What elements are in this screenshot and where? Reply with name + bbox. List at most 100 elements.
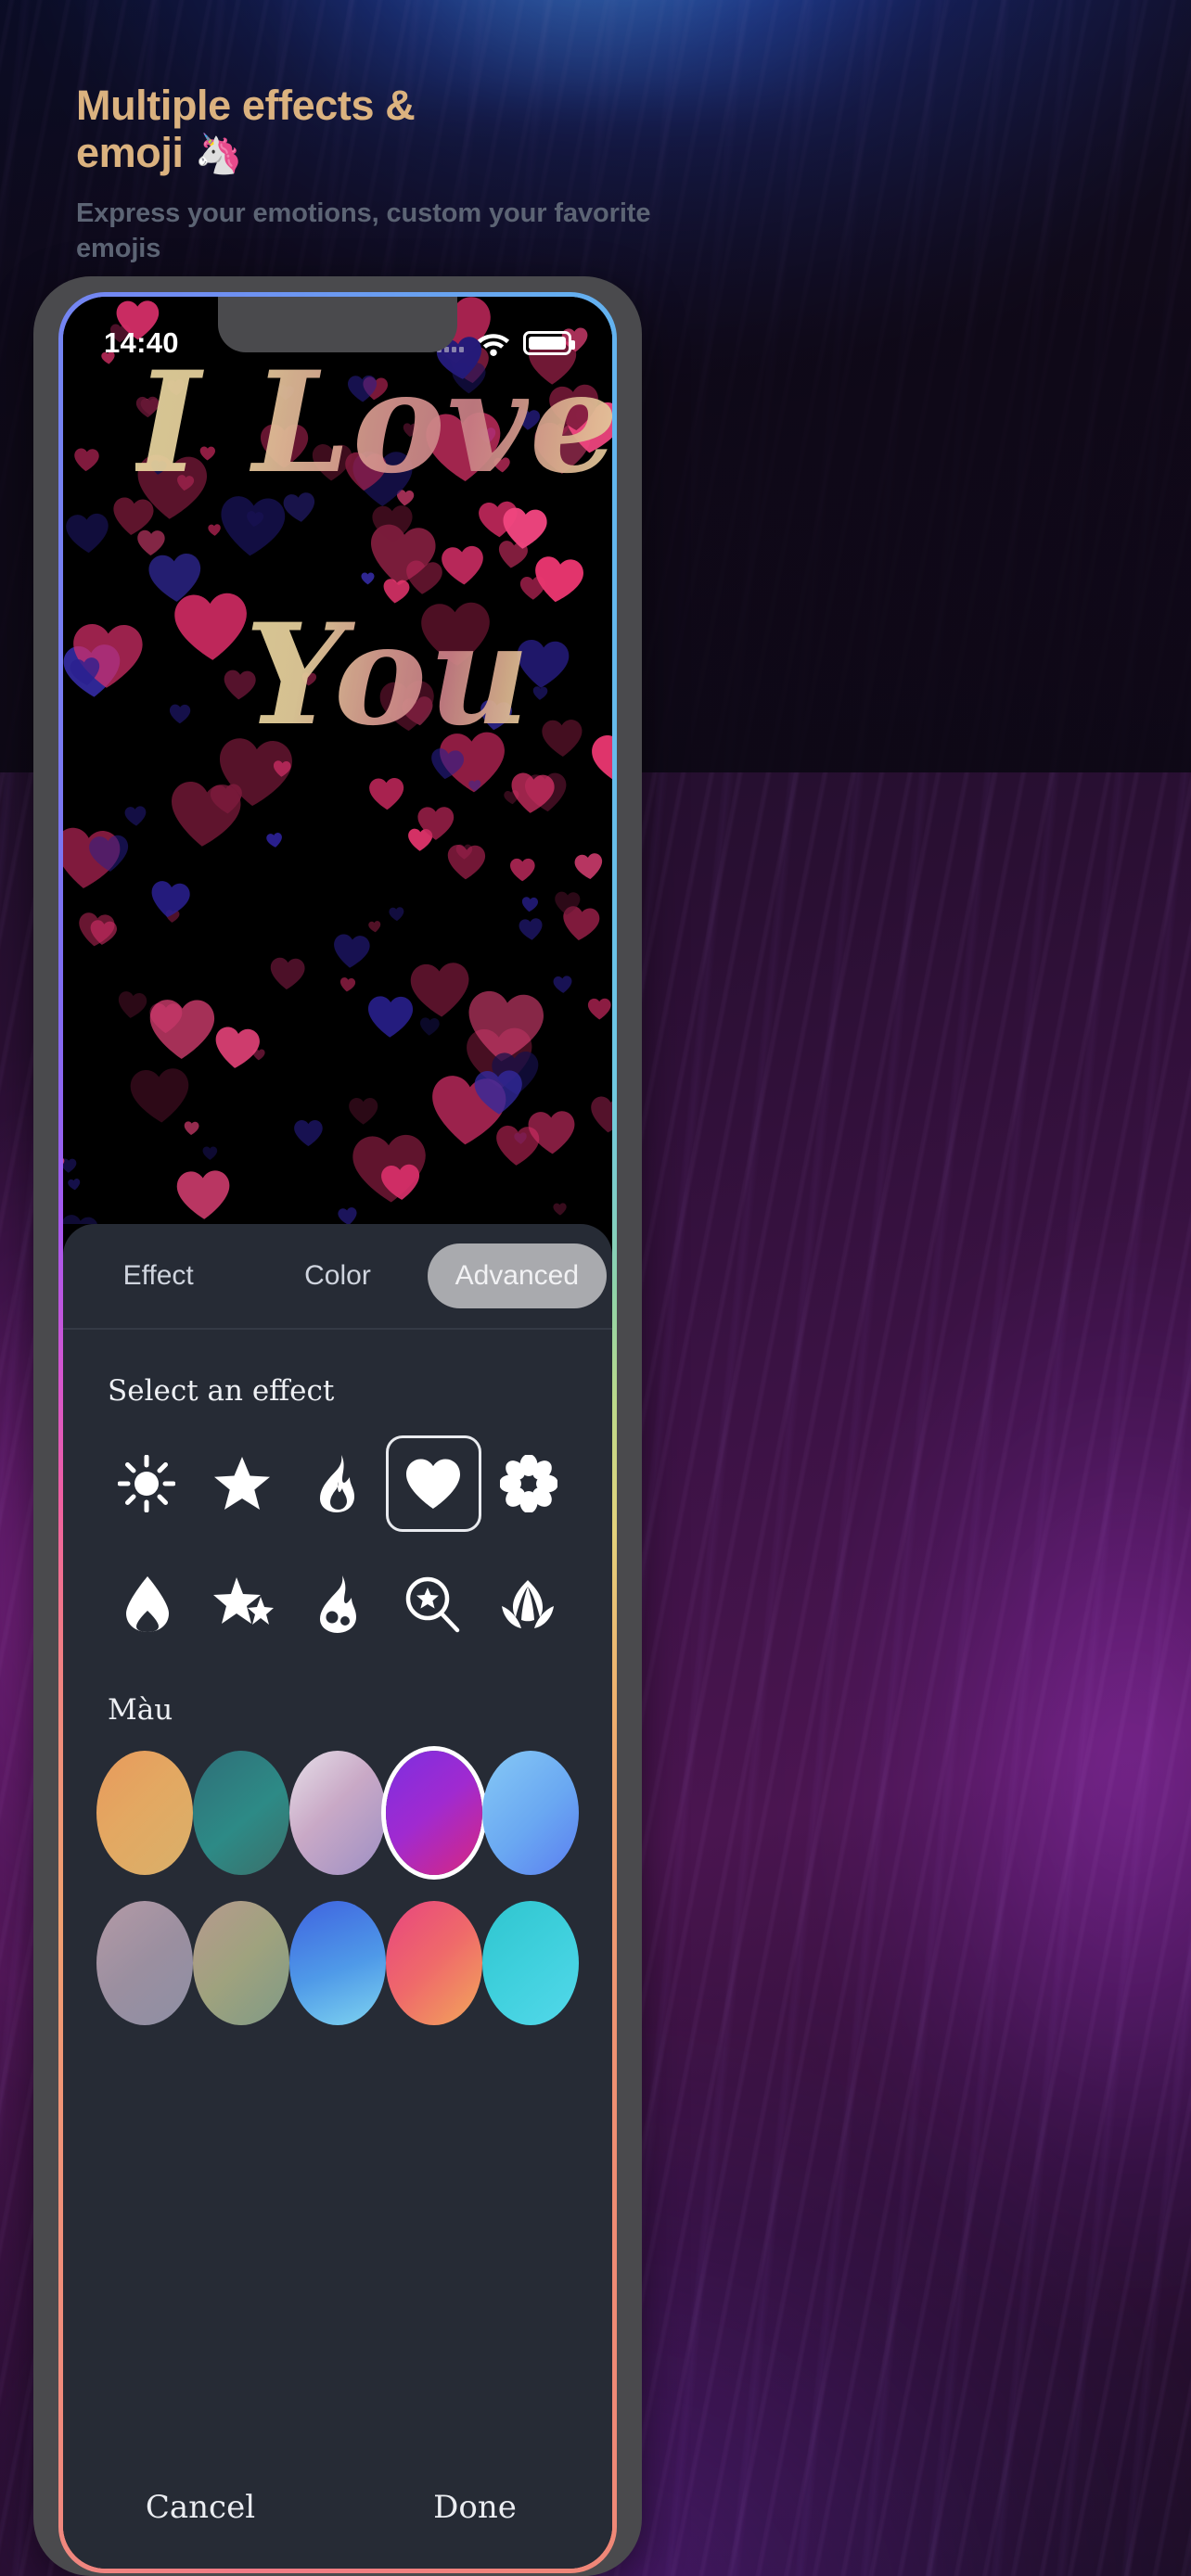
heart-icon [147, 998, 217, 1061]
phone-screen: I Love You 14:40 Effect Color Advanced S… [63, 297, 612, 2569]
effect-option-leaf[interactable] [480, 1556, 575, 1652]
heart-icon [368, 921, 382, 934]
heart-icon [440, 544, 487, 587]
effect-row-1 [87, 1435, 588, 1532]
heart-icon [407, 960, 473, 1019]
heart-icon [115, 989, 148, 1020]
effect-option-flower[interactable] [481, 1435, 577, 1532]
swatch-pink-orange[interactable] [386, 1901, 482, 2025]
page-subtitle: Express your emotions, custom your favor… [76, 198, 651, 263]
heart-icon [272, 759, 291, 778]
color-row-1 [87, 1751, 588, 1875]
phone-mockup: I Love You 14:40 Effect Color Advanced S… [33, 276, 646, 2576]
battery-full-icon [523, 331, 575, 355]
heart-icon [371, 504, 415, 543]
heart-icon [553, 1203, 568, 1216]
heart-icon [88, 918, 119, 947]
tab-bar: Effect Color Advanced [63, 1224, 612, 1328]
effect-option-droplet[interactable] [100, 1556, 195, 1652]
heart-icon [147, 878, 192, 921]
effect-option-sun[interactable] [98, 1435, 194, 1532]
tab-effect[interactable]: Effect [69, 1243, 248, 1308]
effect-option-flame[interactable] [289, 1435, 385, 1532]
heart-icon [361, 572, 375, 585]
heart-icon [348, 1097, 378, 1126]
swatch-blue-cyan[interactable] [289, 1901, 386, 2025]
heart-icon [418, 1016, 441, 1036]
effect-option-star[interactable] [194, 1435, 289, 1532]
color-section-label: Màu [108, 1693, 173, 1727]
heart-icon [530, 553, 587, 606]
heart-icon [553, 890, 581, 916]
heart-icon [365, 995, 415, 1039]
tab-color[interactable]: Color [248, 1243, 427, 1308]
heart-icon [127, 1065, 193, 1126]
page-title-line2: emoji [76, 129, 184, 176]
heart-icon [63, 1158, 77, 1174]
heart-icon [379, 1163, 423, 1202]
heart-icon [87, 833, 132, 874]
heart-icon [293, 1119, 324, 1147]
page-title: Multiple effects & emoji 🦄 [76, 82, 670, 177]
heart-icon [201, 1146, 217, 1160]
cancel-button[interactable]: Cancel [63, 2489, 338, 2526]
heart-icon [445, 843, 487, 881]
effect-option-magnifier-star[interactable] [385, 1556, 480, 1652]
heart-icon [174, 1168, 233, 1221]
heart-icon [472, 1069, 524, 1116]
select-effect-label: Select an effect [108, 1374, 335, 1408]
heart-icon [184, 1120, 200, 1135]
phone-rainbow-border: I Love You 14:40 Effect Color Advanced S… [58, 292, 617, 2573]
heart-icon [265, 831, 284, 848]
heart-icon [587, 998, 612, 1020]
heart-icon [507, 770, 557, 815]
heart-icon [63, 511, 110, 555]
heart-icon [67, 1178, 82, 1191]
swatch-teal[interactable] [193, 1751, 289, 1875]
effect-row-2 [87, 1556, 588, 1652]
advanced-panel: Select an effect Màu Cancel Done [63, 1330, 612, 2569]
heart-icon [499, 505, 550, 552]
heart-icon [73, 448, 101, 473]
tab-bar-divider [63, 1328, 612, 1330]
wallpaper-preview[interactable]: I Love You [63, 297, 612, 1224]
heart-icon [526, 1109, 577, 1155]
swatch-cyan-aqua[interactable] [482, 1901, 579, 2025]
heart-icon [268, 956, 307, 991]
heart-icon [588, 728, 612, 792]
wifi-icon [476, 330, 511, 356]
swatch-orange-gold[interactable] [96, 1751, 193, 1875]
heart-icon [336, 1206, 358, 1224]
heart-icon [169, 704, 191, 724]
heart-icon [339, 976, 356, 993]
effect-option-fire-bubbles[interactable] [290, 1556, 385, 1652]
heart-icon [135, 529, 165, 556]
heart-icon [211, 1024, 262, 1071]
color-row-2 [87, 1901, 588, 2025]
unicorn-icon: 🦄 [194, 132, 243, 175]
heart-icon [467, 780, 481, 793]
heart-icon [540, 719, 584, 759]
heart-icon [367, 776, 405, 810]
wallpaper-text-line2: You [245, 593, 532, 757]
effect-option-sparkle-star[interactable] [195, 1556, 289, 1652]
heart-icon [553, 975, 574, 994]
heart-icon [572, 852, 605, 882]
done-button[interactable]: Done [338, 2489, 612, 2526]
swatch-sky-blue[interactable] [482, 1751, 579, 1875]
heart-icon [509, 858, 536, 882]
swatch-lilac-rose[interactable] [289, 1751, 386, 1875]
tab-advanced[interactable]: Advanced [427, 1243, 607, 1308]
panel-footer: Cancel Done [63, 2489, 612, 2569]
effect-option-heart[interactable] [385, 1435, 481, 1532]
heart-icon [68, 656, 103, 688]
swatch-olive-rose[interactable] [193, 1901, 289, 2025]
heart-icon [331, 932, 373, 970]
heart-icon [123, 805, 147, 827]
heart-icon [416, 806, 455, 841]
swatch-purple-magenta[interactable] [386, 1751, 482, 1875]
heart-icon [389, 906, 405, 922]
status-indicators [437, 330, 575, 356]
swatch-mauve-grey[interactable] [96, 1901, 193, 2025]
heart-icon [587, 1094, 612, 1135]
